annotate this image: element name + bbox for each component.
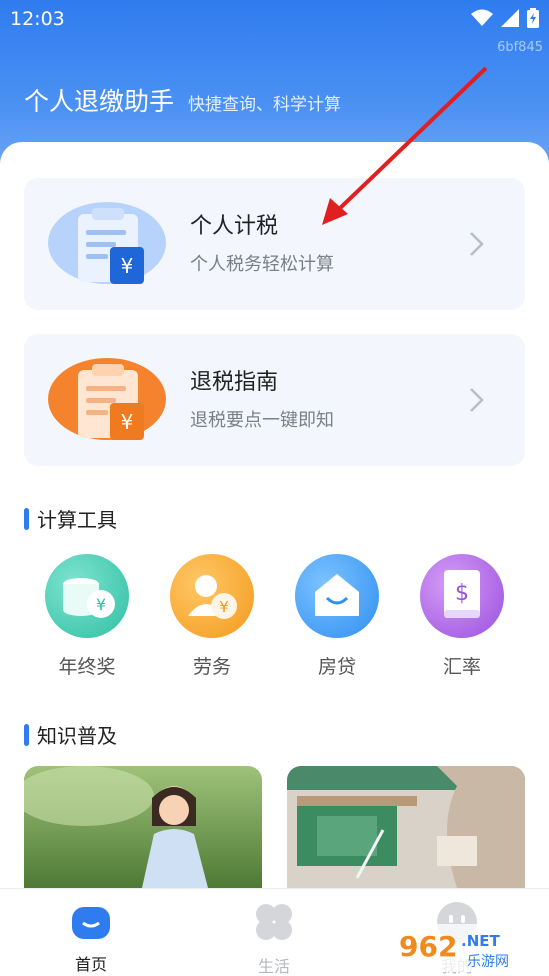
card-subtitle: 个人税务轻松计算 bbox=[190, 254, 334, 275]
section-accent-bar bbox=[24, 507, 29, 530]
tool-labor[interactable]: ¥ 劳务 bbox=[167, 554, 257, 684]
chevron-right-icon bbox=[470, 388, 484, 412]
svg-text:¥: ¥ bbox=[121, 254, 134, 278]
tool-exchange-rate[interactable]: $ 汇率 bbox=[417, 554, 507, 684]
clover-icon bbox=[256, 904, 292, 940]
battery-icon bbox=[527, 8, 539, 28]
knowledge-section-header: 知识普及 bbox=[24, 720, 117, 749]
logo-sub: 乐游网 bbox=[467, 954, 509, 970]
knowledge-card-image bbox=[287, 766, 525, 888]
tab-home[interactable]: 首页 bbox=[36, 901, 146, 975]
tool-label: 汇率 bbox=[442, 656, 481, 678]
tab-label: 首页 bbox=[74, 955, 107, 974]
home-icon bbox=[72, 907, 110, 939]
tab-life[interactable]: 生活 bbox=[219, 901, 329, 976]
watermark-text: 6bf845 bbox=[497, 40, 543, 55]
svg-text:¥: ¥ bbox=[219, 598, 229, 616]
tool-mortgage[interactable]: 房贷 bbox=[292, 554, 382, 684]
svg-text:¥: ¥ bbox=[121, 410, 134, 434]
chevron-right-icon bbox=[470, 232, 484, 256]
card-title: 个人计税 bbox=[190, 214, 279, 239]
tools-section-header: 计算工具 bbox=[24, 504, 117, 533]
card-subtitle: 退税要点一键即知 bbox=[190, 410, 334, 431]
refund-guide-icon: ¥ bbox=[48, 358, 166, 440]
tool-label: 劳务 bbox=[192, 656, 231, 678]
person-yen-icon: ¥ bbox=[170, 554, 254, 638]
house-icon bbox=[295, 554, 379, 638]
section-title: 知识普及 bbox=[37, 724, 117, 748]
refund-guide-card[interactable]: ¥ 退税指南 退税要点一键即知 bbox=[24, 334, 525, 466]
wifi-icon bbox=[471, 9, 493, 26]
logo-text: 962 bbox=[399, 930, 457, 963]
site-logo-watermark: 962 .NET 乐游网 bbox=[393, 924, 543, 972]
tool-label: 房贷 bbox=[317, 656, 356, 678]
logo-suffix: .NET bbox=[461, 932, 500, 950]
tool-label: 年终奖 bbox=[58, 656, 116, 678]
tax-calculator-icon: ¥ bbox=[48, 202, 166, 284]
status-icons bbox=[471, 8, 539, 28]
tool-year-end-bonus[interactable]: ¥ 年终奖 bbox=[42, 554, 132, 684]
signal-icon bbox=[501, 9, 519, 27]
page-subtitle: 快捷查询、科学计算 bbox=[188, 95, 342, 115]
coins-yen-icon: ¥ bbox=[45, 554, 129, 638]
status-bar: 12:03 6bf845 bbox=[0, 0, 549, 55]
status-time: 12:03 bbox=[10, 8, 65, 30]
dollar-book-icon: $ bbox=[420, 554, 504, 638]
knowledge-card-image bbox=[24, 766, 262, 888]
svg-text:¥: ¥ bbox=[96, 595, 106, 614]
personal-tax-card[interactable]: ¥ 个人计税 个人税务轻松计算 bbox=[24, 178, 525, 310]
knowledge-card-1[interactable] bbox=[24, 766, 262, 888]
header-title-row: 个人退缴助手 快捷查询、科学计算 bbox=[24, 82, 341, 118]
section-title: 计算工具 bbox=[37, 508, 117, 532]
page-title: 个人退缴助手 bbox=[24, 87, 175, 116]
section-accent-bar bbox=[24, 723, 29, 746]
card-title: 退税指南 bbox=[190, 370, 279, 395]
tab-label: 生活 bbox=[257, 957, 290, 976]
knowledge-card-2[interactable] bbox=[287, 766, 525, 888]
svg-text:$: $ bbox=[455, 581, 469, 606]
